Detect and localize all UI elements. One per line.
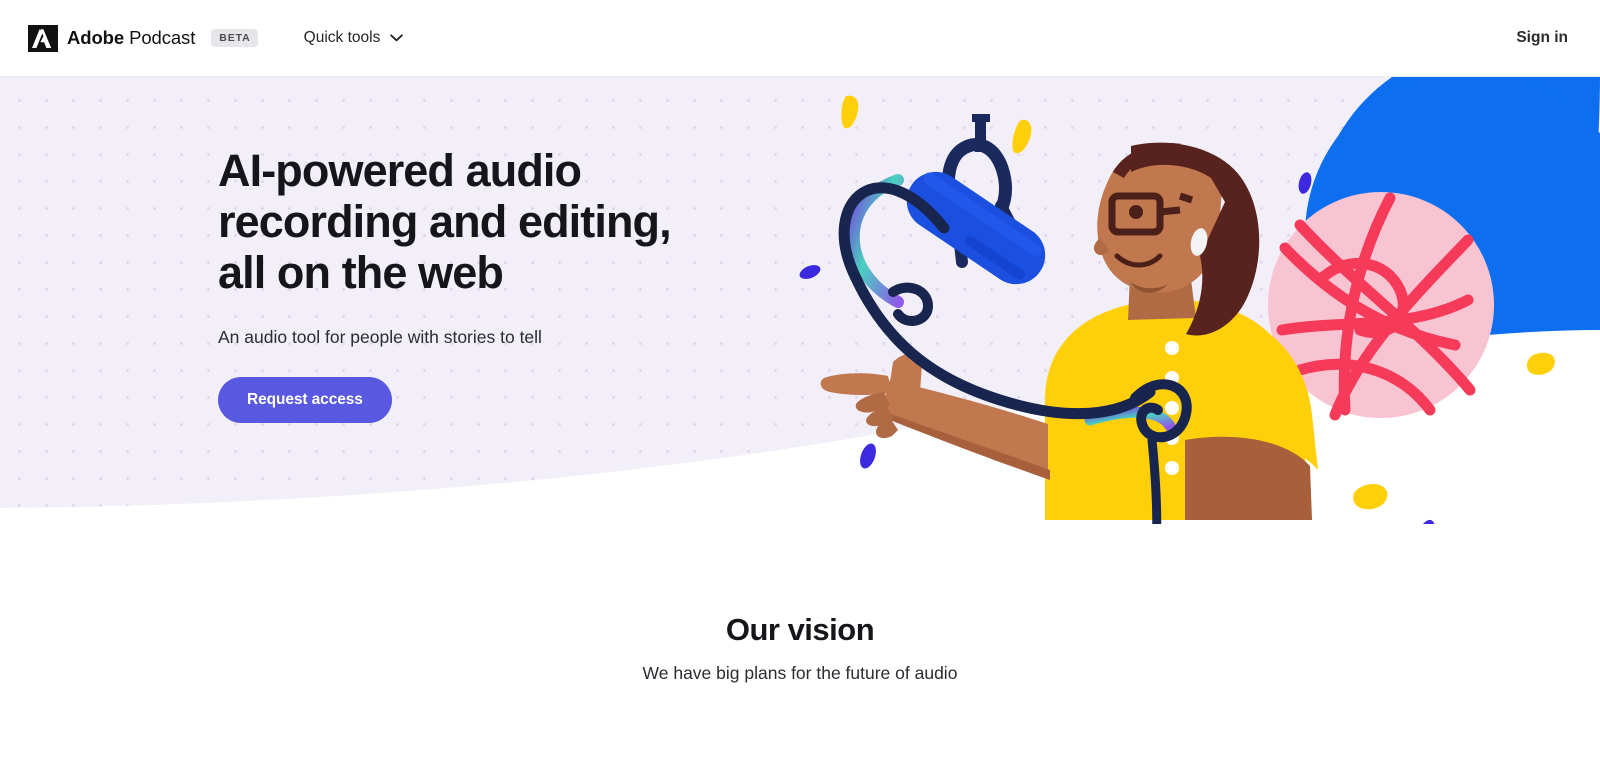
chevron-down-icon <box>390 34 404 42</box>
hero-subheadline: An audio tool for people with stories to… <box>218 327 542 347</box>
nav-quick-tools-label: Quick tools <box>303 29 381 46</box>
nav-quick-tools[interactable]: Quick tools <box>304 29 404 47</box>
vision-title: Our vision <box>725 612 875 647</box>
hero-headline: AI-powered audio recording and editing, … <box>218 145 672 298</box>
brand-logo-link[interactable]: Adobe Podcast BETA <box>28 24 258 52</box>
brand-name: Adobe Podcast <box>67 27 195 49</box>
beta-badge: BETA <box>211 29 258 47</box>
brand-name-regular: Podcast <box>124 27 196 48</box>
hero-copy: AI-powered audio recording and editing, … <box>218 145 858 423</box>
vision-section: Our vision We have big plans for the fut… <box>0 524 1600 757</box>
site-header: Adobe Podcast BETA Quick tools Sign in <box>0 0 1600 77</box>
brand-name-bold: Adobe <box>67 27 125 48</box>
adobe-a-logo-icon <box>28 24 58 52</box>
sign-in-button[interactable]: Sign in <box>1516 29 1568 47</box>
hero-section: AI-powered audio recording and editing, … <box>0 77 1600 524</box>
vision-subtitle: We have big plans for the future of audi… <box>642 663 958 683</box>
request-access-button[interactable]: Request access <box>218 377 392 423</box>
